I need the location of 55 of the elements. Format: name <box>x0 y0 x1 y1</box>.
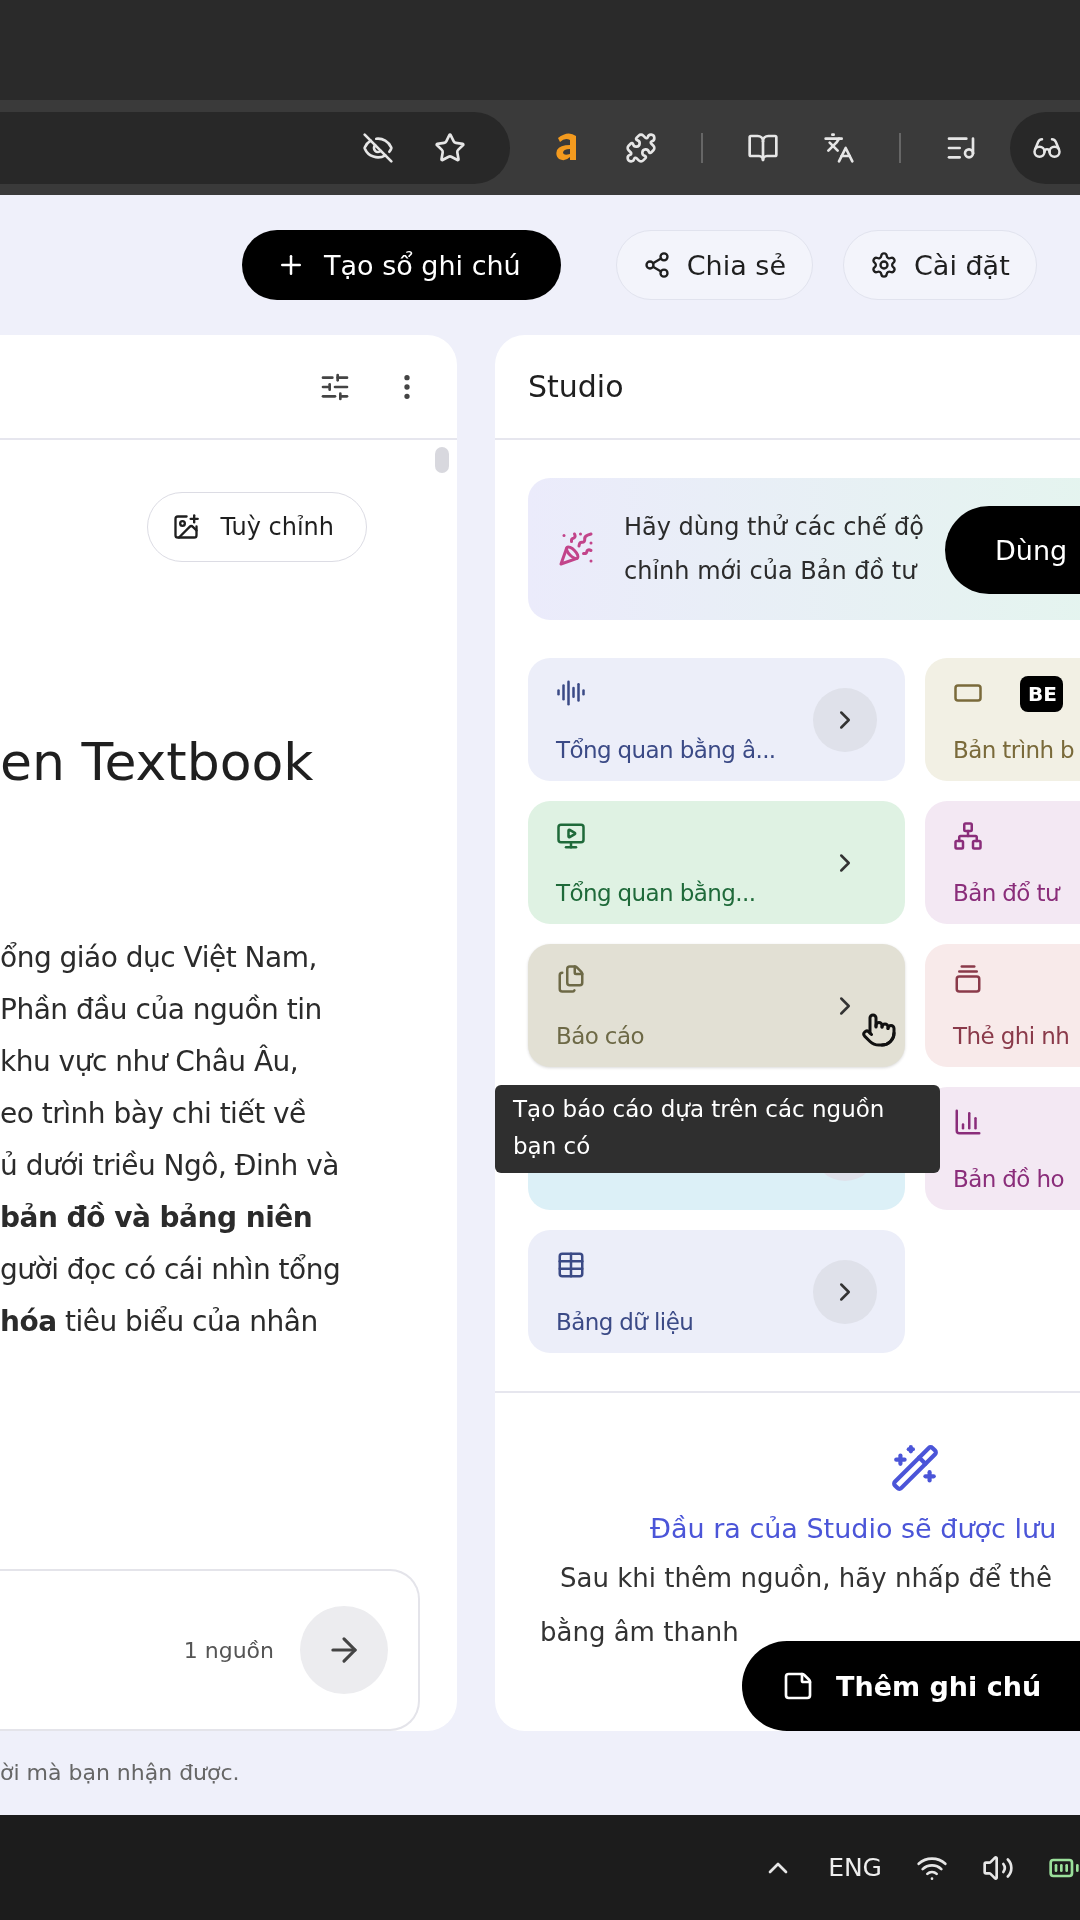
bar-chart-icon <box>953 1107 983 1137</box>
card-label: Tổng quan bằng â... <box>556 737 776 763</box>
card-label: Bản đổ tư <box>953 880 1059 906</box>
chat-input-field[interactable]: 1 nguồn <box>0 1569 420 1731</box>
empty-state-text: Sau khi thêm nguồn, hãy nhấp để thê <box>560 1562 1053 1595</box>
try-button[interactable]: Dùng <box>945 506 1080 594</box>
card-label: Tổng quan bằng... <box>556 880 756 906</box>
cards-icon <box>953 964 983 994</box>
star-icon[interactable] <box>434 131 466 164</box>
studio-card[interactable]: Báo cáo <box>528 944 905 1067</box>
magic-wand-icon <box>890 1443 940 1493</box>
studio-card[interactable]: Tổng quan bằng... <box>528 801 905 924</box>
translate-icon[interactable] <box>823 131 855 164</box>
empty-state-title: Đầu ra của Studio sẽ được lưu <box>650 1513 1058 1544</box>
studio-card[interactable]: Bản đồ ho <box>925 1087 1080 1210</box>
create-notebook-button[interactable]: Tạo sổ ghi chú <box>242 230 561 300</box>
studio-card[interactable]: Bảng dữ liệu <box>528 1230 905 1353</box>
sound-wave-icon <box>556 678 586 708</box>
source-count: 1 nguồn <box>183 1637 274 1663</box>
table-icon <box>556 1250 586 1280</box>
customize-button[interactable]: Tuỳ chỉnh <box>147 492 367 562</box>
video-icon <box>556 821 586 851</box>
studio-card[interactable]: Bản đổ tư <box>925 801 1080 924</box>
puzzle-icon[interactable] <box>625 131 657 164</box>
eye-off-icon[interactable] <box>362 131 394 164</box>
note-icon <box>782 1670 814 1702</box>
summary-paragraph: ổng giáo dục Việt Nam, Phần đầu của nguồn tin khu vực như Châu Âu, eo trình bày chi tiết về ủ dưới triều Ngô, Đinh và bản đồ và bảng niên gười đọc có cái nhìn tổng hóa tiêu biểu của nhân <box>0 940 342 1340</box>
banner-text: Hãy dùng thử các chế độ chỉnh mới của Bản đồ tư <box>624 512 924 587</box>
profile-button[interactable] <box>1010 111 1080 184</box>
card-label: Thẻ ghi nh <box>953 1023 1070 1049</box>
studio-card[interactable]: Thẻ ghi nh <box>925 944 1080 1067</box>
hand-pointer-icon <box>861 1012 897 1048</box>
party-popper-icon <box>558 531 594 567</box>
settings-icon <box>870 251 898 279</box>
card-label: Bảng dữ liệu <box>556 1309 694 1335</box>
disclaimer-text: ời mà bạn nhận được. <box>0 1758 241 1787</box>
card-label: Bản đồ ho <box>953 1166 1064 1192</box>
share-button[interactable]: Chia sẻ <box>615 230 813 300</box>
share-icon <box>642 251 671 279</box>
card-label: Bản trình b <box>953 737 1075 763</box>
image-plus-icon <box>172 513 201 541</box>
documents-icon <box>556 964 586 994</box>
tooltip: Tạo báo cáo dựa trên các nguồn bạn có <box>495 1085 940 1173</box>
card-label: Báo cáo <box>556 1023 644 1049</box>
beta-badge: BE <box>1020 676 1063 712</box>
notebook-title: en Textbook <box>0 732 315 792</box>
empty-state-text: bằng âm thanh <box>540 1616 740 1649</box>
studio-title: Studio <box>495 335 1080 440</box>
language-indicator[interactable]: ENG <box>828 1853 882 1882</box>
add-note-button[interactable]: Thêm ghi chú <box>742 1641 1080 1731</box>
scrollbar-thumb[interactable] <box>435 447 449 473</box>
studio-card[interactable]: Tổng quan bằng â... <box>528 658 905 781</box>
settings-button[interactable]: Cài đặt <box>843 230 1037 300</box>
studio-card[interactable]: BE Bản trình b <box>925 658 1080 781</box>
nodes-icon <box>953 821 983 851</box>
